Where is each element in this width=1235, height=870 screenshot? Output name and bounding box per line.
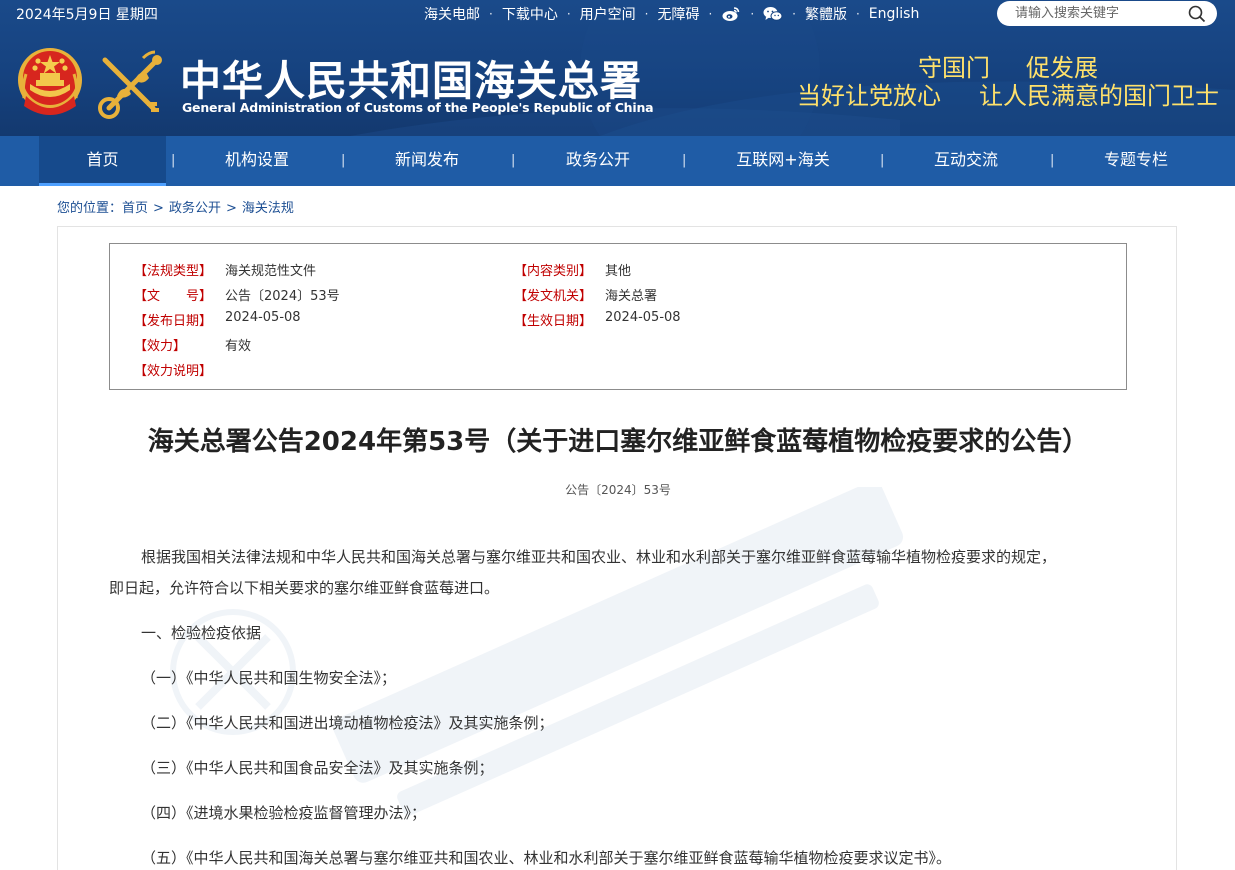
meta-label: 【内容类别】 (514, 264, 593, 279)
top-bar: 2024年5月9日 星期四 海关电邮 · 下载中心 · 用户空间 · 无障碍 ·… (0, 0, 1235, 28)
nav-item-government-affairs[interactable]: 政务公开 (546, 136, 650, 186)
current-date: 2024年5月9日 星期四 (16, 7, 158, 23)
english-link[interactable]: English (869, 6, 920, 22)
top-links: 海关电邮 · 下载中心 · 用户空间 · 无障碍 · · · 繁體版 · Eng… (424, 4, 919, 24)
nav-separator: | (341, 153, 346, 168)
meta-value: 公告〔2024〕53号 (225, 289, 340, 304)
site-subtitle: General Administration of Customs of the… (182, 100, 654, 115)
meta-label: 【效力说明】 (134, 364, 213, 379)
intro-paragraph-line-1: 根据我国相关法律法规和中华人民共和国海关总署与塞尔维亚共和国农业、林业和水利部关… (141, 548, 1057, 566)
nav-item-special-topics[interactable]: 专题专栏 (1084, 136, 1188, 186)
separator: · (855, 7, 860, 21)
customs-logo-icon[interactable] (95, 50, 167, 120)
traditional-chinese-link[interactable]: 繁體版 (805, 4, 847, 24)
separator: · (644, 7, 649, 21)
mail-link[interactable]: 海关电邮 (424, 4, 480, 24)
basis-item: （二）《中华人民共和国进出境动植物检疫法》及其实施条例； (141, 714, 554, 732)
meta-value: 其他 (605, 264, 632, 279)
article-panel: 【法规类型】 海关规范性文件 【内容类别】 其他 【文 号】 公告〔2024〕5… (57, 226, 1177, 870)
meta-value: 海关规范性文件 (225, 264, 317, 279)
nav-item-internet-customs[interactable]: 互联网+海关 (717, 136, 849, 186)
site-title: 中华人民共和国海关总署 (180, 57, 642, 105)
basis-item: （四）《进境水果检验检疫监督管理办法》； (141, 804, 427, 822)
accessibility-link[interactable]: 无障碍 (657, 4, 699, 24)
meta-label: 【法规类型】 (134, 264, 213, 279)
meta-value: 2024-05-08 (225, 310, 301, 325)
breadcrumb-separator: > (225, 201, 237, 216)
section-heading: 一、检验检疫依据 (141, 624, 262, 642)
download-center-link[interactable]: 下载中心 (502, 4, 558, 24)
meta-label: 【生效日期】 (514, 314, 593, 329)
breadcrumb: 您的位置：首页 > 政务公开 > 海关法规 (57, 197, 294, 216)
separator: · (708, 7, 713, 21)
search-input[interactable] (1015, 4, 1175, 23)
breadcrumb-home[interactable]: 首页 (122, 201, 148, 216)
nav-separator: | (511, 153, 516, 168)
meta-label: 【文 号】 (134, 289, 213, 304)
breadcrumb-customs-regulations[interactable]: 海关法规 (242, 201, 294, 216)
breadcrumb-separator: > (153, 201, 164, 216)
slogan-text: 当好让党放心 (797, 82, 941, 110)
separator: · (750, 7, 755, 21)
meta-label: 【发文机关】 (514, 289, 593, 304)
breadcrumb-prefix: 您的位置： (57, 201, 123, 216)
meta-label: 【发布日期】 (134, 314, 213, 329)
basis-item: （一）《中华人民共和国生物安全法》； (141, 669, 397, 687)
basis-item: （三）《中华人民共和国食品安全法》及其实施条例； (141, 759, 494, 777)
national-emblem-icon[interactable] (16, 46, 84, 118)
intro-paragraph-line-2: 即日起，允许符合以下相关要求的塞尔维亚鲜食蓝莓进口。 (109, 579, 500, 597)
breadcrumb-government-affairs[interactable]: 政务公开 (169, 201, 221, 216)
user-space-link[interactable]: 用户空间 (580, 4, 636, 24)
wechat-icon[interactable] (763, 5, 783, 23)
separator: · (566, 7, 571, 21)
nav-separator: | (682, 153, 687, 168)
meta-value: 海关总署 (605, 289, 658, 304)
nav-item-home[interactable]: 首页 (39, 136, 166, 186)
separator: · (489, 7, 493, 21)
meta-value: 2024-05-08 (605, 310, 681, 325)
meta-label: 【效力】 (134, 339, 187, 354)
nav-separator: | (1050, 153, 1055, 168)
regulation-info-box: 【法规类型】 海关规范性文件 【内容类别】 其他 【文 号】 公告〔2024〕5… (109, 243, 1127, 390)
separator: · (792, 7, 796, 21)
document-title: 海关总署公告2024年第53号（关于进口塞尔维亚鲜食蓝莓植物检疫要求的公告） (147, 427, 1089, 457)
slogan-text: 让人民满意的国门卫士 (979, 82, 1219, 110)
search-icon[interactable] (1187, 4, 1207, 24)
nav-item-news[interactable]: 新闻发布 (375, 136, 479, 186)
basis-item: （五）《中华人民共和国海关总署与塞尔维亚共和国农业、林业和水利部关于塞尔维亚鲜食… (141, 849, 952, 867)
meta-value: 有效 (225, 339, 252, 354)
site-header: 2024年5月9日 星期四 海关电邮 · 下载中心 · 用户空间 · 无障碍 ·… (0, 0, 1235, 136)
nav-item-interaction[interactable]: 互动交流 (914, 136, 1018, 186)
main-nav: 首页 | 机构设置 | 新闻发布 | 政务公开 | 互联网+海关 | 互动交流 … (0, 136, 1235, 186)
weibo-icon[interactable] (721, 5, 741, 23)
nav-item-organization[interactable]: 机构设置 (205, 136, 309, 186)
document-number: 公告〔2024〕53号 (565, 483, 671, 497)
slogan-line-2: 当好让党放心 让人民满意的国门卫士 (797, 76, 1219, 111)
search-box (997, 1, 1217, 26)
nav-separator: | (171, 153, 176, 168)
nav-separator: | (880, 153, 885, 168)
